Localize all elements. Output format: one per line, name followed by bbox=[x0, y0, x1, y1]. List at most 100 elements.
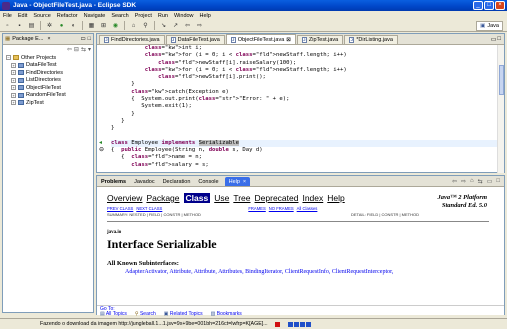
previous-annotation-icon[interactable]: ↗ bbox=[171, 21, 180, 30]
summary-line[interactable]: SUMMARY: NESTED | FIELD | CONSTR | METHO… bbox=[107, 212, 201, 217]
all-topics-link[interactable]: ▤ All Topics bbox=[100, 311, 127, 317]
tab-datafiletest[interactable]: J DataFileTest.java bbox=[165, 35, 225, 44]
expand-toggle-icon[interactable]: + bbox=[11, 70, 16, 76]
collapse-toggle-icon[interactable]: − bbox=[6, 55, 11, 61]
editor-scrollbar[interactable] bbox=[497, 45, 504, 173]
tab-finddirectories[interactable]: J FindDirectories.java bbox=[99, 35, 165, 44]
tab-ziptest[interactable]: J ZipTest.java bbox=[296, 35, 344, 44]
next-annotation-icon[interactable]: ↘ bbox=[159, 21, 168, 30]
nav-package[interactable]: Package bbox=[146, 193, 179, 203]
minimize-view-icon[interactable]: ▭ bbox=[80, 36, 85, 42]
warning-marker-icon[interactable]: ◂ bbox=[99, 139, 107, 146]
tab-objectfiletest[interactable]: J ObjectFileTest.java ⊠ bbox=[225, 34, 296, 44]
back-icon[interactable]: ⇦ bbox=[183, 21, 192, 30]
fold-icon[interactable]: ⊖ bbox=[99, 146, 107, 153]
maximize-view-icon[interactable]: □ bbox=[88, 36, 91, 42]
home-icon[interactable]: ⌂ bbox=[470, 178, 474, 185]
close-button[interactable]: × bbox=[495, 1, 505, 10]
nav-tree[interactable]: Tree bbox=[233, 193, 250, 203]
tab-console[interactable]: Console bbox=[196, 177, 220, 186]
expand-toggle-icon[interactable]: + bbox=[11, 62, 16, 68]
tab-help[interactable]: Help × bbox=[224, 177, 251, 186]
minimize-view-icon[interactable]: ▭ bbox=[491, 36, 497, 43]
nav-deprecated[interactable]: Deprecated bbox=[255, 193, 299, 203]
prev-class-link[interactable]: PREV CLASS bbox=[107, 206, 133, 211]
tab-problems[interactable]: Problems bbox=[99, 177, 128, 186]
scrollbar-thumb[interactable] bbox=[499, 65, 504, 95]
detail-line[interactable]: DETAIL: FIELD | CONSTR | METHOD bbox=[351, 212, 419, 217]
tree-item-randomfiletest[interactable]: + RandomFileTest bbox=[6, 92, 93, 100]
menu-file[interactable]: File bbox=[3, 13, 12, 19]
tree-item-finddirectories[interactable]: + FindDirectories bbox=[6, 69, 93, 77]
minimize-button[interactable]: _ bbox=[473, 1, 483, 10]
tab-declaration[interactable]: Declaration bbox=[161, 177, 193, 186]
tree-item-datafiletest[interactable]: + DataFileTest bbox=[6, 62, 93, 70]
expand-toggle-icon[interactable]: + bbox=[11, 85, 16, 91]
close-tab-icon[interactable]: ⊠ bbox=[286, 37, 291, 43]
package-explorer-header: ▦ Package E... × ▭ □ bbox=[3, 34, 93, 45]
maximize-view-icon[interactable]: □ bbox=[497, 36, 501, 42]
sync-icon[interactable]: ⇆ bbox=[478, 178, 483, 185]
new-class-icon[interactable]: ◉ bbox=[111, 21, 120, 30]
menu-source[interactable]: Source bbox=[33, 13, 50, 19]
nav-use[interactable]: Use bbox=[214, 193, 229, 203]
subinterfaces-list[interactable]: AdapterActivator, Attribute, Attribute, … bbox=[107, 269, 489, 275]
maximize-button[interactable]: □ bbox=[484, 1, 494, 10]
tab-dirlisting[interactable]: J *DirListing.java bbox=[344, 35, 398, 44]
perspective-switcher[interactable]: ▣ Java bbox=[476, 21, 503, 31]
save-icon[interactable]: ▪ bbox=[15, 21, 24, 30]
nav-overview[interactable]: Overview bbox=[107, 193, 142, 203]
maximize-view-icon[interactable]: □ bbox=[496, 178, 500, 185]
tree-item-objectfiletest[interactable]: + ObjectFileTest bbox=[6, 84, 93, 92]
menu-project[interactable]: Project bbox=[135, 13, 152, 19]
menu-edit[interactable]: Edit bbox=[18, 13, 27, 19]
related-topics-link[interactable]: ▣ Related Topics bbox=[164, 311, 203, 317]
open-type-icon[interactable]: ⌂ bbox=[129, 21, 138, 30]
menu-search[interactable]: Search bbox=[111, 13, 128, 19]
new-icon[interactable]: ▫ bbox=[3, 21, 12, 30]
collapse-all-icon[interactable]: ⊟ bbox=[74, 46, 79, 53]
new-java-project-icon[interactable]: ▦ bbox=[87, 21, 96, 30]
bookmarks-link[interactable]: ▥ Bookmarks bbox=[211, 311, 242, 317]
expand-toggle-icon[interactable]: + bbox=[11, 77, 16, 83]
nav-help[interactable]: Help bbox=[327, 193, 344, 203]
code-area[interactable]: class="kw">int i; class="kw">for (i = 0;… bbox=[97, 45, 497, 173]
print-icon[interactable]: ▤ bbox=[27, 21, 36, 30]
menu-refactor[interactable]: Refactor bbox=[57, 13, 78, 19]
tree-item-listdirectories[interactable]: + ListDirectories bbox=[6, 77, 93, 85]
no-frames-link[interactable]: NO FRAMES bbox=[269, 206, 294, 211]
tree-item-other-projects[interactable]: − Other Projects bbox=[6, 54, 93, 62]
tab-javadoc[interactable]: Javadoc bbox=[132, 177, 157, 186]
forward-icon[interactable]: ⇨ bbox=[461, 178, 466, 185]
tree-item-ziptest[interactable]: + ZipTest bbox=[6, 99, 93, 107]
class-nav-links: PREV CLASS NEXT CLASS FRAMES NO FRAMES A… bbox=[107, 206, 489, 211]
forward-icon[interactable]: ⇨ bbox=[195, 21, 204, 30]
debug-icon[interactable]: ✲ bbox=[45, 21, 54, 30]
package-explorer-title[interactable]: Package E... bbox=[12, 36, 43, 42]
view-menu-icon[interactable]: ▾ bbox=[88, 46, 91, 53]
minimize-view-icon[interactable]: ▭ bbox=[487, 178, 493, 185]
stop-icon[interactable] bbox=[274, 321, 280, 327]
frames-link[interactable]: FRAMES bbox=[248, 206, 265, 211]
menu-run[interactable]: Run bbox=[158, 13, 168, 19]
menu-window[interactable]: Window bbox=[174, 13, 194, 19]
expand-toggle-icon[interactable]: + bbox=[11, 92, 16, 98]
all-classes-link[interactable]: All Classes bbox=[297, 206, 318, 211]
link-with-editor-icon[interactable]: ⇆ bbox=[81, 46, 86, 53]
menu-navigate[interactable]: Navigate bbox=[84, 13, 106, 19]
next-class-link[interactable]: NEXT CLASS bbox=[136, 206, 162, 211]
search-icon[interactable]: ⚲ bbox=[141, 21, 150, 30]
expand-toggle-icon[interactable]: + bbox=[11, 100, 16, 106]
run-icon[interactable]: ● bbox=[57, 21, 66, 30]
search-link[interactable]: ⚲ Search bbox=[135, 311, 156, 317]
back-icon[interactable]: ⇦ bbox=[452, 178, 457, 185]
close-view-icon[interactable]: × bbox=[47, 36, 50, 42]
code-line: class="fld">salary = s; bbox=[131, 161, 209, 168]
new-package-icon[interactable]: ⊞ bbox=[99, 21, 108, 30]
menu-help[interactable]: Help bbox=[200, 13, 211, 19]
external-tools-icon[interactable]: ◐ bbox=[69, 21, 78, 30]
back-icon[interactable]: ⇦ bbox=[67, 46, 72, 53]
nav-index[interactable]: Index bbox=[302, 193, 323, 203]
close-tab-icon[interactable]: × bbox=[243, 179, 246, 185]
